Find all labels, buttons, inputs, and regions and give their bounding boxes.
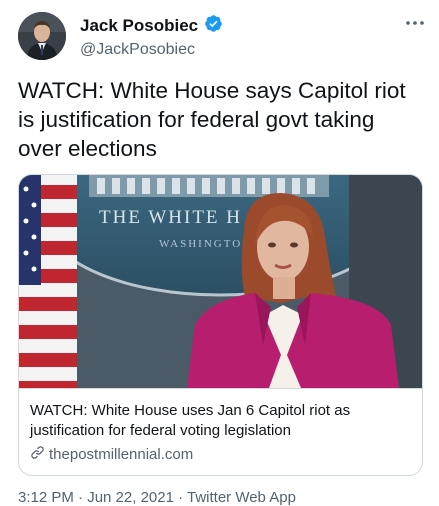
link-card-meta: WATCH: White House uses Jan 6 Capitol ri… xyxy=(19,388,422,475)
link-card-title[interactable]: WATCH: White House uses Jan 6 Capitol ri… xyxy=(30,401,415,441)
verified-badge-icon xyxy=(204,14,223,38)
avatar[interactable] xyxy=(18,12,66,60)
seal-text-line2: WASHINGTON xyxy=(159,238,252,250)
tweet-timestamp[interactable]: 3:12 PM · Jun 22, 2021 · Twitter Web App xyxy=(18,489,296,506)
author-handle[interactable]: @JackPosobiec xyxy=(80,41,223,59)
author-display-name[interactable]: Jack Posobiec xyxy=(80,16,198,36)
more-options-icon[interactable] xyxy=(404,16,426,30)
author-block: Jack Posobiec @JackPosobiec xyxy=(80,14,223,59)
link-icon xyxy=(30,445,45,464)
link-card[interactable]: THE WHITE H WASHINGTON WATCH: White Hous… xyxy=(18,174,423,476)
tweet-text: WATCH: White House says Capitol riot is … xyxy=(18,78,406,161)
link-card-domain[interactable]: thepostmillennial.com xyxy=(49,446,193,463)
link-card-image[interactable]: THE WHITE H WASHINGTON xyxy=(19,175,422,388)
tweet-header: Jack Posobiec @JackPosobiec xyxy=(18,12,428,64)
link-card-domain-row: thepostmillennial.com xyxy=(30,445,193,464)
seal-text-line1: THE WHITE H xyxy=(99,207,242,228)
